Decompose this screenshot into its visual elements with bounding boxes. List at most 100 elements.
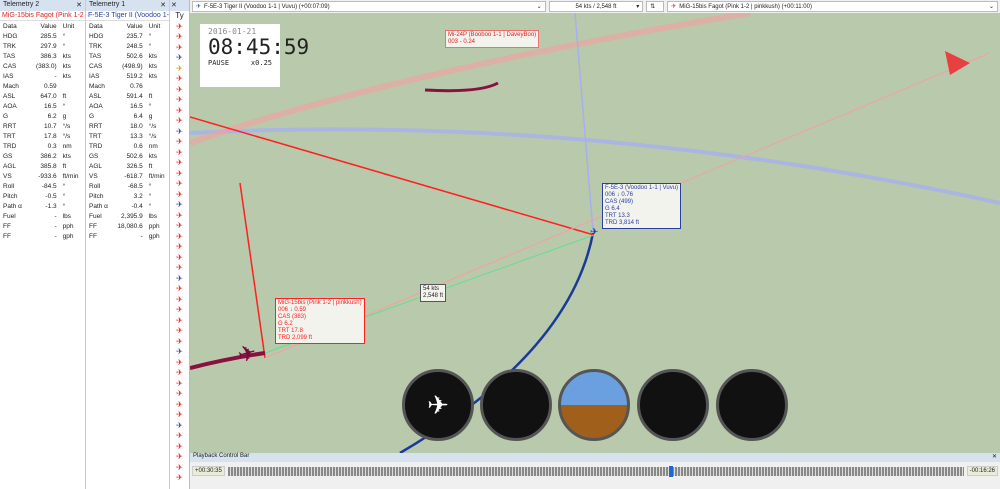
- aircraft-type-icon[interactable]: ✈: [170, 137, 189, 148]
- column-header: Data: [89, 22, 103, 30]
- aircraft-type-icon[interactable]: ✈: [170, 431, 189, 442]
- aircraft-type-icon[interactable]: ✈: [170, 347, 189, 358]
- timeline-slider[interactable]: [227, 465, 964, 477]
- aircraft-type-icon[interactable]: ✈: [170, 379, 189, 390]
- camera-button[interactable]: ⇅: [646, 1, 665, 12]
- aircraft-type-icon[interactable]: ✈: [170, 148, 189, 159]
- aircraft-type-icon[interactable]: ✈: [170, 106, 189, 117]
- aircraft-type-icon[interactable]: ✈: [170, 473, 189, 484]
- subject: MiG-15bis Fagot (Pink 1-2 | pinkkush): [0, 12, 85, 21]
- aircraft-type-icon[interactable]: ✈: [170, 43, 189, 54]
- turn-indicator-gauge: ✈: [402, 369, 474, 441]
- aircraft-type-icon[interactable]: ✈: [170, 53, 189, 64]
- object-type-list[interactable]: ✕ Ty ✈ ✈ ✈ ✈ ✈ ✈ ✈ ✈ ✈ ✈ ✈ ✈ ✈ ✈ ✈ ✈ ✈ ✈ ✈ ✈ ✈ ✈ ✈ ✈ ✈ ✈ ✈ ✈ ✈ ✈ ✈ ✈ ✈ ✈ ✈…: [170, 0, 190, 489]
- distance-select[interactable]: 54 kts / 2,548 ft ▾: [548, 1, 644, 12]
- playback-speed: x0.25: [250, 59, 272, 67]
- aircraft-type-icon[interactable]: ✈: [170, 221, 189, 232]
- pin-icon[interactable]: ✕: [171, 1, 177, 10]
- table-row: Mach 0.76: [86, 81, 169, 91]
- timeline-thumb[interactable]: [669, 465, 674, 477]
- label-line: F-5E-3 (Voodoo 1-1 | Vuvu): [605, 185, 679, 191]
- cell: FF: [3, 222, 11, 230]
- table-row: TAS 386.3 kts: [0, 51, 85, 61]
- aircraft-type-icon[interactable]: ✈: [170, 452, 189, 463]
- aircraft-type-icon[interactable]: ✈: [170, 200, 189, 211]
- aircraft-type-icon[interactable]: ✈: [170, 190, 189, 201]
- cell: nm: [148, 142, 158, 150]
- cell: Pitch: [89, 192, 104, 200]
- aircraft-type-icon[interactable]: ✈: [170, 463, 189, 474]
- play-state: PAUSE: [208, 59, 230, 67]
- aircraft-type-icon[interactable]: ✈: [170, 242, 189, 253]
- aircraft-type-icon[interactable]: ✈: [170, 284, 189, 295]
- airplane-icon: ✈: [427, 390, 449, 420]
- cell: HDG: [89, 32, 104, 40]
- chevron-down-icon: ⌄: [988, 4, 994, 10]
- aircraft-type-icon[interactable]: ✈: [170, 410, 189, 421]
- cell: 386.3: [40, 52, 57, 60]
- telemetry-2-panel: Telemetry 2 ✕ MiG-15bis Fagot (Pink 1-2 |…: [0, 0, 86, 489]
- aircraft-type-icon[interactable]: ✈: [170, 74, 189, 85]
- table-row: ASL 591.4 ft: [86, 91, 169, 101]
- left-aircraft-label: F-5E-3 Tiger II (Voodoo 1-1 | Vuvu) (+00…: [204, 3, 330, 10]
- aircraft-type-icon[interactable]: ✈: [170, 400, 189, 411]
- aircraft-type-icon[interactable]: ✈: [170, 337, 189, 348]
- aircraft-type-icon[interactable]: ✈: [170, 389, 189, 400]
- cell: VS: [89, 172, 98, 180]
- left-aircraft-select[interactable]: ✈ F-5E-3 Tiger II (Voodoo 1-1 | Vuvu) (+0…: [192, 1, 546, 12]
- aircraft-type-icon[interactable]: ✈: [170, 274, 189, 285]
- attitude-gauge: [558, 369, 630, 441]
- table-row: Roll -68.5 °: [86, 181, 169, 191]
- aircraft-type-icon[interactable]: ✈: [170, 211, 189, 222]
- table-row: Pitch 3.2 °: [86, 191, 169, 201]
- aircraft-type-icon[interactable]: ✈: [170, 64, 189, 75]
- cell: G: [3, 112, 9, 120]
- cell: lbs: [148, 212, 158, 220]
- cell: °: [62, 102, 66, 110]
- close-icon[interactable]: ✕: [76, 1, 82, 10]
- cell: G: [89, 112, 95, 120]
- column-header: Value: [40, 22, 57, 30]
- 3d-view[interactable]: 2016-01-21 08:45:59 PAUSE x0.25 Mi-24P (B…: [190, 13, 1000, 453]
- aircraft-type-icon[interactable]: ✈: [170, 169, 189, 180]
- aircraft-type-icon[interactable]: ✈: [170, 358, 189, 369]
- aircraft-type-icon[interactable]: ✈: [170, 316, 189, 327]
- cell: Roll: [89, 182, 101, 190]
- aircraft-type-icon[interactable]: ✈: [170, 116, 189, 127]
- aircraft-type-icon[interactable]: ✈: [170, 263, 189, 274]
- cell: 10.7: [43, 122, 57, 130]
- aircraft-type-icon[interactable]: ✈: [170, 127, 189, 138]
- table-header: Data Value Unit: [0, 21, 85, 31]
- table-row: GS 502.6 kts: [86, 151, 169, 161]
- label-line: G 6.2: [278, 321, 293, 327]
- telemetry-table: Data Value Unit HDG 285.5 ° TRK 297.9 ° TAS 386.3 k…: [0, 21, 85, 241]
- cell: 6.2: [47, 112, 57, 120]
- close-icon[interactable]: ✕: [992, 453, 997, 462]
- aircraft-type-icon[interactable]: ✈: [170, 232, 189, 243]
- close-icon[interactable]: ✕: [160, 1, 166, 10]
- aircraft-type-icon[interactable]: ✈: [170, 85, 189, 96]
- aircraft-type-icon[interactable]: ✈: [170, 158, 189, 169]
- aircraft-type-icon[interactable]: ✈: [170, 32, 189, 43]
- aircraft-type-icon[interactable]: ✈: [170, 253, 189, 264]
- right-aircraft-select[interactable]: ✈ MiG-15bis Fagot (Pink 1-2 | pinkkush) (…: [667, 1, 998, 12]
- cell: 647.0: [40, 92, 57, 100]
- cell: Fuel: [3, 212, 16, 220]
- aircraft-type-icon[interactable]: ✈: [170, 442, 189, 453]
- cell: kts: [62, 52, 71, 60]
- aircraft-type-icon[interactable]: ✈: [170, 22, 189, 33]
- cell: °: [62, 42, 66, 50]
- aircraft-type-icon[interactable]: ✈: [170, 95, 189, 106]
- f5-label: F-5E-3 (Voodoo 1-1 | Vuvu) 006 ↓ 0.76 CAS …: [602, 183, 682, 229]
- aircraft-type-icon[interactable]: ✈: [170, 368, 189, 379]
- cell: TAS: [3, 52, 16, 60]
- column-header: Unit: [62, 22, 75, 30]
- aircraft-type-icon[interactable]: ✈: [170, 179, 189, 190]
- aircraft-type-icon[interactable]: ✈: [170, 421, 189, 432]
- cell: 235.7: [126, 32, 143, 40]
- table-row: Path α -1.3 °: [0, 201, 85, 211]
- aircraft-type-icon[interactable]: ✈: [170, 305, 189, 316]
- aircraft-type-icon[interactable]: ✈: [170, 295, 189, 306]
- cell: 16.5: [43, 102, 57, 110]
- aircraft-type-icon[interactable]: ✈: [170, 326, 189, 337]
